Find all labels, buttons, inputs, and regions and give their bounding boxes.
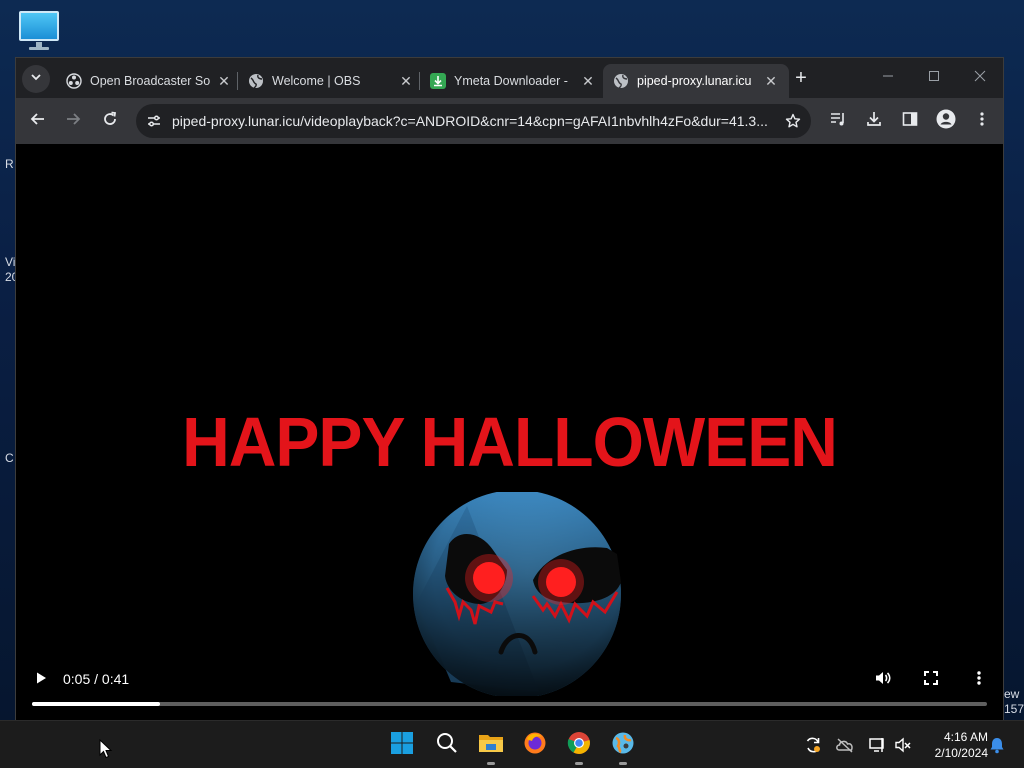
playlist-music-icon [829, 110, 847, 133]
reload-icon [102, 111, 118, 132]
chrome-icon [567, 731, 591, 760]
mouse-cursor [99, 738, 113, 764]
reload-button[interactable] [95, 106, 125, 136]
tab-open-broadcaster[interactable]: Open Broadcaster So ✕ [56, 64, 242, 98]
video-title-text: HAPPY HALLOWEEN [182, 403, 838, 481]
tab-welcome-obs[interactable]: Welcome | OBS ✕ [238, 64, 424, 98]
tab-title: Ymeta Downloader - [454, 74, 568, 88]
tab-title: Welcome | OBS [272, 74, 361, 88]
volume-muted-icon[interactable] [893, 735, 913, 755]
tab-ymeta-downloader[interactable]: Ymeta Downloader - ✕ [420, 64, 606, 98]
arrow-right-icon [65, 111, 81, 132]
taskbar: 4:16 AM 2/10/2024 [0, 720, 1024, 768]
back-button[interactable] [23, 106, 53, 136]
address-bar[interactable]: piped-proxy.lunar.icu/videoplayback?c=AN… [136, 104, 811, 138]
side-panel-icon [902, 111, 918, 132]
forward-button[interactable] [58, 106, 88, 136]
taskbar-search-button[interactable] [431, 729, 463, 761]
more-vertical-icon [972, 670, 986, 691]
url-text[interactable]: piped-proxy.lunar.icu/videoplayback?c=AN… [172, 113, 775, 129]
browser-window: Open Broadcaster So ✕ Welcome | OBS ✕ Ym… [15, 57, 1004, 721]
clock-time: 4:16 AM [943, 730, 988, 744]
search-icon [436, 732, 458, 759]
start-button[interactable] [386, 729, 418, 761]
maximize-icon [928, 69, 940, 85]
time-display: 0:05 / 0:41 [63, 671, 130, 687]
mute-button[interactable] [871, 669, 895, 691]
avatar-icon [936, 109, 956, 134]
tab-close-icon[interactable]: ✕ [398, 73, 414, 90]
tab-title: Open Broadcaster So [90, 74, 211, 88]
volume-icon [874, 669, 892, 692]
chevron-down-icon [30, 70, 42, 88]
file-explorer-button[interactable] [475, 729, 507, 765]
tab-strip: Open Broadcaster So ✕ Welcome | OBS ✕ Ym… [16, 58, 1003, 98]
download-icon [865, 110, 883, 133]
video-seek-bar[interactable] [32, 702, 987, 706]
video-player[interactable]: HAPPY HALLOWEEN 0:05 / 0:41 [16, 144, 1003, 721]
video-progress-fill [32, 702, 160, 706]
sync-icon[interactable] [803, 735, 823, 755]
tab-close-icon[interactable]: ✕ [580, 73, 596, 90]
network-icon[interactable] [867, 735, 887, 755]
fullscreen-button[interactable] [919, 669, 943, 691]
this-pc-desktop-icon[interactable] [17, 11, 61, 51]
firefox-icon [523, 731, 547, 760]
globe-icon [613, 73, 629, 89]
side-panel-button[interactable] [896, 107, 924, 135]
browser-toolbar: piped-proxy.lunar.icu/videoplayback?c=AN… [16, 98, 1003, 144]
maximize-button[interactable] [912, 66, 956, 90]
chrome-button[interactable] [563, 729, 595, 765]
close-icon [974, 69, 986, 85]
desktop-label-fragment: 157 [1004, 702, 1024, 716]
more-vertical-icon [974, 111, 990, 132]
profile-button[interactable] [932, 107, 960, 135]
desktop-label-fragment: Vi [5, 255, 16, 269]
tab-search-button[interactable] [22, 65, 50, 93]
media-controls-button[interactable] [824, 107, 852, 135]
fullscreen-icon [924, 670, 938, 690]
tab-title: piped-proxy.lunar.icu [637, 74, 752, 88]
play-icon [34, 671, 48, 690]
desktop-label-fragment: R [5, 157, 14, 171]
tab-piped-proxy[interactable]: piped-proxy.lunar.icu ✕ [603, 64, 789, 98]
notification-bell-icon[interactable] [987, 735, 1007, 755]
globe-app-icon [611, 731, 635, 760]
desktop-label-fragment: ew [1004, 687, 1020, 701]
firefox-button[interactable] [519, 729, 551, 761]
folder-icon [478, 732, 504, 759]
play-button[interactable] [30, 669, 52, 691]
windows-logo-icon [390, 731, 414, 760]
tab-close-icon[interactable]: ✕ [216, 73, 232, 90]
bookmark-star-icon[interactable] [775, 104, 811, 138]
site-info-icon[interactable] [136, 104, 172, 138]
downloads-button[interactable] [860, 107, 888, 135]
video-controls: 0:05 / 0:41 [16, 659, 1003, 721]
clock-date: 2/10/2024 [934, 746, 988, 760]
globe-icon [248, 73, 264, 89]
arrow-left-icon [30, 111, 46, 132]
minimize-icon [882, 69, 894, 85]
download-icon [430, 73, 446, 89]
new-tab-button[interactable]: + [788, 66, 814, 92]
onedrive-offline-icon[interactable] [835, 735, 855, 755]
browser-menu-button[interactable] [968, 107, 996, 135]
minimize-button[interactable] [866, 66, 910, 90]
video-options-button[interactable] [967, 669, 991, 691]
system-clock[interactable]: 4:16 AM 2/10/2024 [918, 729, 988, 761]
obs-icon [66, 73, 82, 89]
close-window-button[interactable] [958, 66, 1002, 90]
tab-close-icon[interactable]: ✕ [763, 73, 779, 90]
desktop-label-fragment: C [5, 451, 14, 465]
app-globe-button[interactable] [607, 729, 639, 765]
